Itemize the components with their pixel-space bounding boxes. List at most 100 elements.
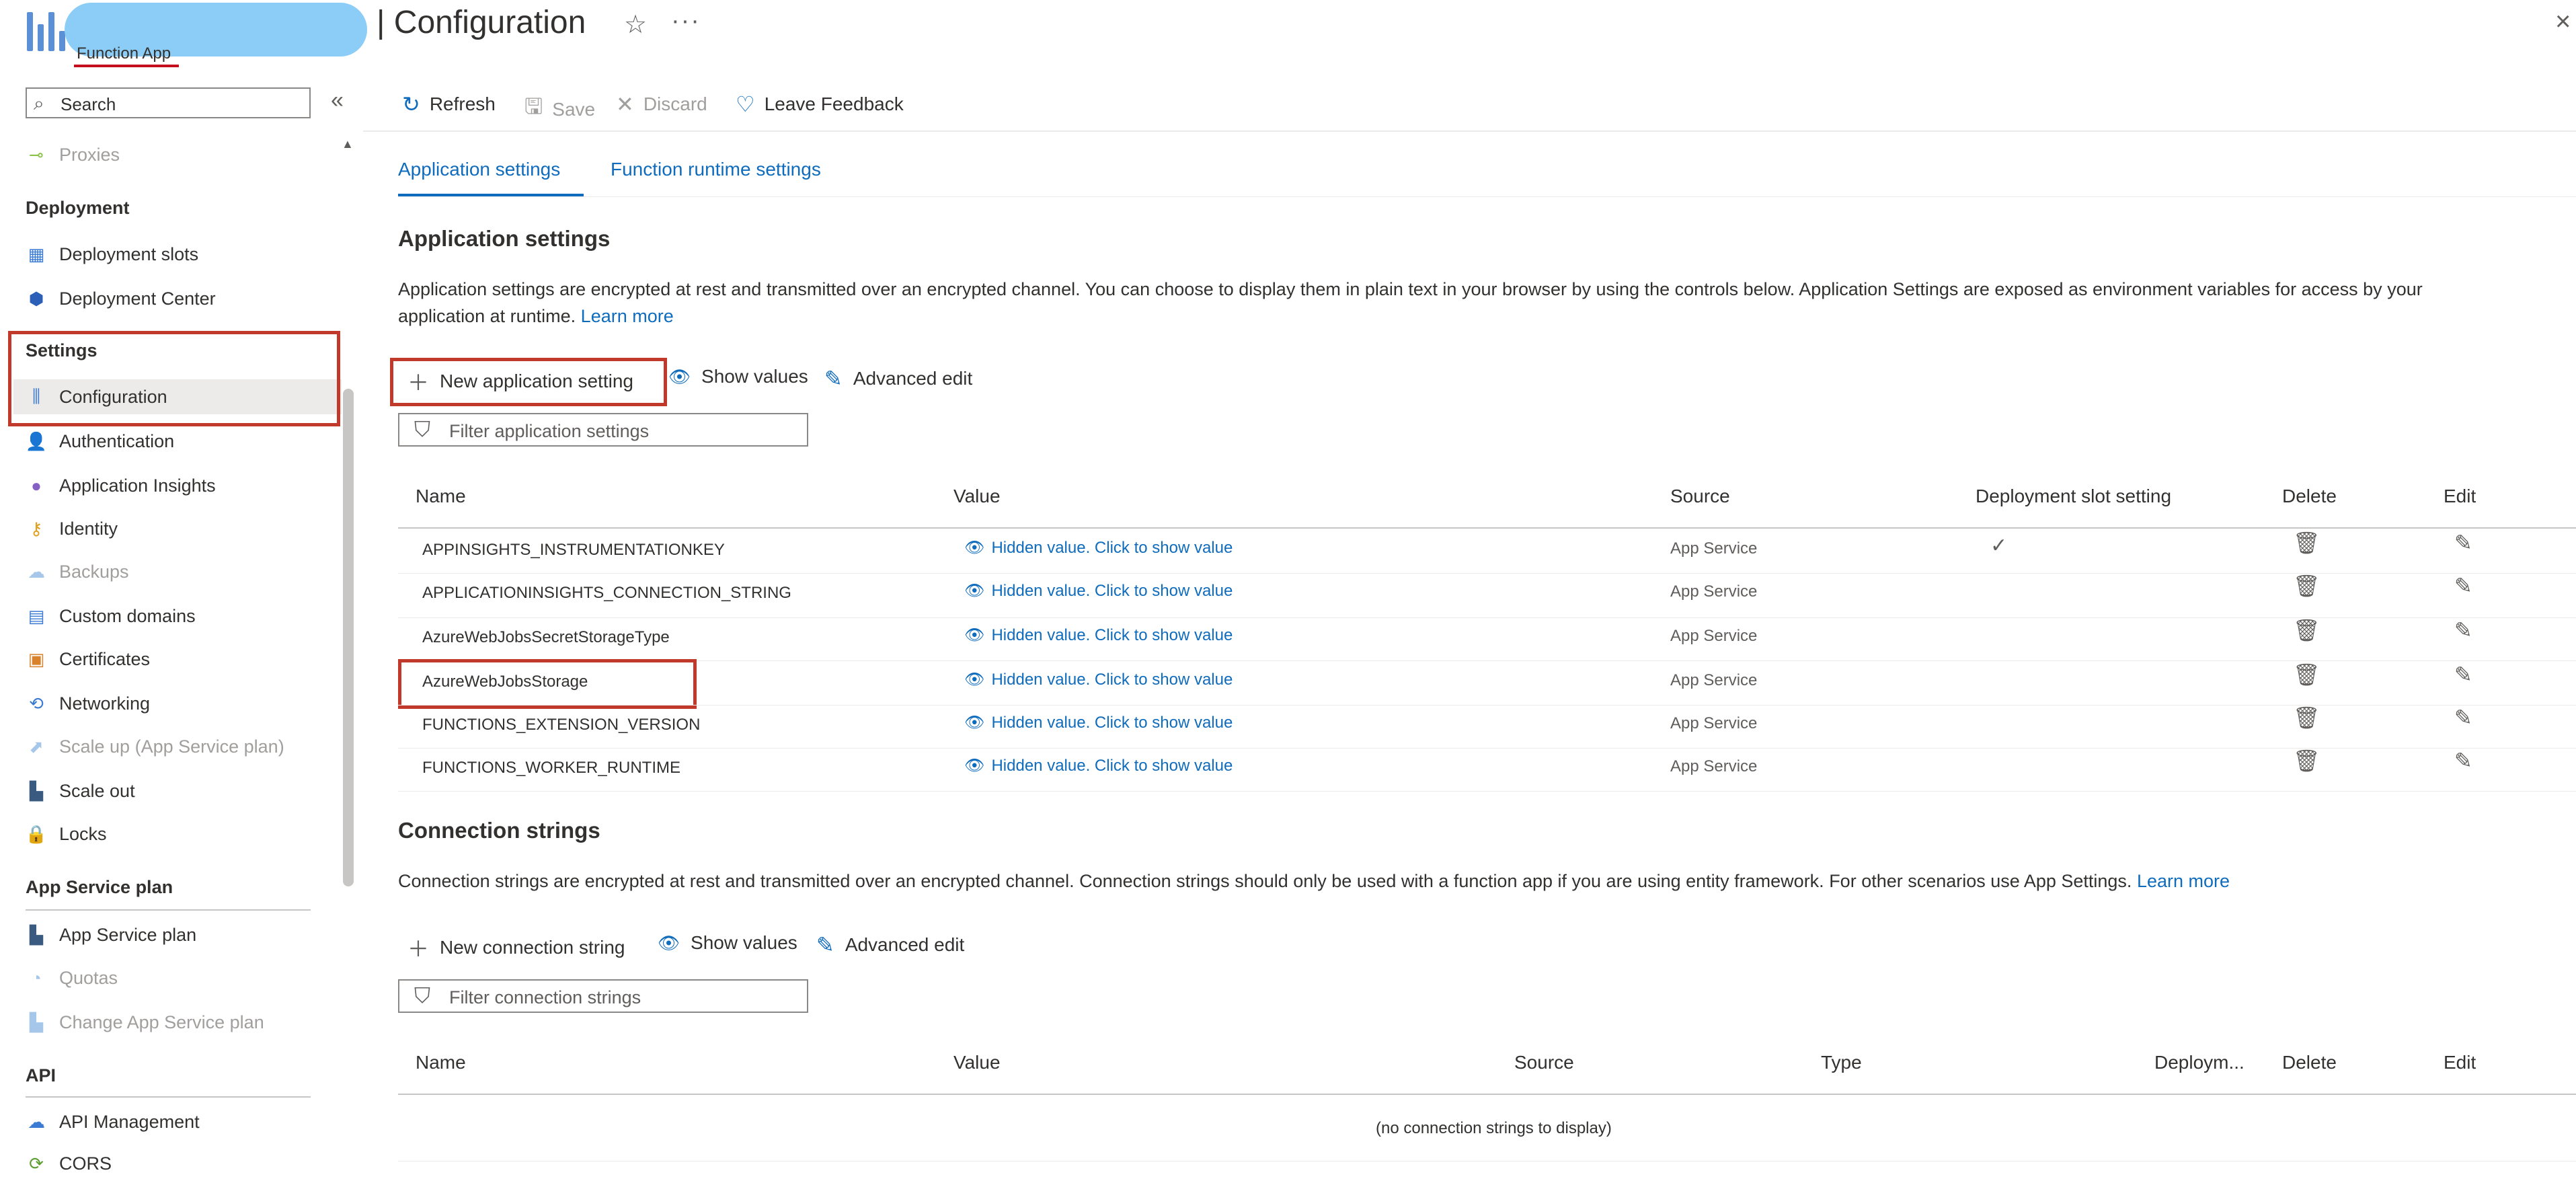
sidebar-item-locks[interactable]: 🔒 Locks [26, 816, 335, 851]
change-plan-icon: ▙ [30, 1012, 43, 1032]
discard-button[interactable]: ✕ Discard [616, 91, 707, 117]
custom-domains-icon: ▤ [28, 605, 45, 626]
pencil-icon[interactable]: ✎ [2454, 662, 2472, 687]
hidden-value-link[interactable]: 👁 Hidden value. Click to show value [964, 756, 1233, 775]
column-header-name: Name [416, 1052, 466, 1073]
show-values-button[interactable]: 👁 Show values [668, 366, 808, 387]
setting-name[interactable]: FUNCTIONS_EXTENSION_VERSION [422, 716, 700, 734]
sidebar-search-input[interactable]: ⌕ Search [26, 87, 311, 118]
row-divider [398, 660, 2576, 661]
sidebar-item-networking[interactable]: ⟲ Networking [26, 686, 335, 721]
hidden-value-link[interactable]: 👁 Hidden value. Click to show value [964, 625, 1233, 645]
setting-source: App Service [1670, 539, 1758, 558]
column-header-deployment: Deploym... [2154, 1052, 2245, 1073]
setting-source: App Service [1670, 582, 1758, 601]
star-icon[interactable]: ☆ [624, 9, 647, 40]
show-values-button[interactable]: 👁 Show values [658, 932, 797, 954]
eye-icon: 👁 [964, 539, 985, 557]
sidebar-item-deployment-slots[interactable]: ▦ Deployment slots [26, 237, 335, 272]
app-settings-learn-more-link[interactable]: Learn more [581, 306, 674, 326]
sidebar-item-quotas[interactable]: ◔ Quotas [26, 960, 335, 995]
sidebar-item-proxies[interactable]: ⊸ Proxies [26, 137, 335, 172]
section-api: API [26, 1065, 56, 1085]
sidebar-item-backups[interactable]: ☁ Backups [26, 554, 335, 589]
new-connection-string-button[interactable]: ＋ New connection string [407, 932, 625, 963]
setting-name[interactable]: FUNCTIONS_WORKER_RUNTIME [422, 759, 680, 777]
trash-icon[interactable]: 🗑 [2293, 748, 2320, 773]
hidden-value-link[interactable]: 👁 Hidden value. Click to show value [964, 538, 1233, 558]
eye-icon: 👁 [964, 582, 985, 600]
tab-function-runtime-settings[interactable]: Function runtime settings [611, 159, 821, 180]
trash-icon[interactable]: 🗑 [2293, 530, 2320, 556]
sidebar-item-authentication[interactable]: 👤 Authentication [26, 424, 335, 459]
pencil-icon[interactable]: ✎ [2454, 617, 2472, 643]
trash-icon[interactable]: 🗑 [2293, 617, 2320, 643]
sidebar-item-custom-domains[interactable]: ▤ Custom domains [26, 599, 335, 634]
row-divider [398, 617, 2576, 618]
table-header-divider [398, 1094, 2576, 1095]
save-button[interactable]: 🖫 Save [524, 91, 595, 128]
column-header-edit: Edit [2444, 1052, 2476, 1073]
sidebar-scrollbar[interactable] [343, 389, 354, 886]
hidden-value-link[interactable]: 👁 Hidden value. Click to show value [964, 670, 1233, 689]
hidden-value-link[interactable]: 👁 Hidden value. Click to show value [964, 713, 1233, 732]
row-divider [398, 791, 2576, 792]
pencil-icon[interactable]: ✎ [2454, 530, 2472, 556]
sidebar-item-cors[interactable]: ⟳ CORS [26, 1146, 335, 1181]
trash-icon[interactable]: 🗑 [2293, 662, 2320, 687]
backups-icon: ☁ [28, 561, 45, 582]
pencil-icon[interactable]: ✎ [2454, 573, 2472, 599]
leave-feedback-button[interactable]: ♡ Leave Feedback [736, 91, 904, 117]
refresh-button[interactable]: ↻ Refresh [402, 91, 496, 117]
tab-application-settings[interactable]: Application settings [398, 159, 560, 180]
advanced-edit-button[interactable]: ✎ Advanced edit [824, 366, 972, 391]
trash-icon[interactable]: 🗑 [2293, 573, 2320, 599]
heart-icon: ♡ [736, 92, 755, 116]
networking-icon: ⟲ [29, 693, 44, 714]
filter-application-settings-input[interactable]: ⛉ Filter application settings [398, 413, 808, 447]
plus-icon: ＋ [407, 937, 430, 961]
sidebar-item-change-plan[interactable]: ▙ Change App Service plan [26, 1005, 335, 1040]
checkmark-icon: ✓ [1990, 535, 2008, 557]
collapse-sidebar-button[interactable]: « [331, 87, 344, 114]
sidebar-item-scale-up[interactable]: ⬈ Scale up (App Service plan) [26, 729, 335, 764]
connection-strings-description: Connection strings are encrypted at rest… [398, 871, 2230, 891]
close-icon[interactable]: × [2555, 7, 2571, 37]
function-app-logo-icon [27, 12, 65, 51]
section-divider [26, 1096, 311, 1098]
eye-icon: 👁 [964, 757, 985, 775]
column-header-value: Value [953, 486, 1001, 506]
sidebar-item-certificates[interactable]: ▣ Certificates [26, 642, 335, 677]
trash-icon[interactable]: 🗑 [2293, 705, 2320, 730]
search-icon: ⌕ [34, 93, 44, 114]
sidebar-item-scale-out[interactable]: ▙ Scale out [26, 773, 335, 808]
setting-source: App Service [1670, 671, 1758, 689]
connection-strings-learn-more-link[interactable]: Learn more [2137, 871, 2230, 891]
pencil-icon: ✎ [816, 933, 834, 957]
filter-connection-strings-input[interactable]: ⛉ Filter connection strings [398, 979, 808, 1013]
sidebar-item-deployment-center[interactable]: ⬢ Deployment Center [26, 281, 335, 316]
hidden-value-link[interactable]: 👁 Hidden value. Click to show value [964, 581, 1233, 601]
setting-name[interactable]: AzureWebJobsSecretStorageType [422, 628, 670, 647]
sidebar-item-application-insights[interactable]: ● Application Insights [26, 468, 335, 503]
sidebar-item-app-service-plan[interactable]: ▙ App Service plan [26, 917, 335, 952]
section-app-service-plan: App Service plan [26, 877, 173, 897]
sidebar-item-api-management[interactable]: ☁ API Management [26, 1104, 335, 1139]
refresh-icon: ↻ [402, 92, 420, 116]
ellipsis-icon[interactable]: ··· [671, 7, 701, 36]
app-settings-description: Application settings are encrypted at re… [398, 279, 2423, 326]
advanced-edit-button[interactable]: ✎ Advanced edit [816, 932, 964, 958]
cors-icon: ⟳ [29, 1153, 44, 1174]
sidebar-item-identity[interactable]: ⚷ Identity [26, 511, 335, 546]
authentication-icon: 👤 [25, 430, 48, 451]
pencil-icon[interactable]: ✎ [2454, 705, 2472, 730]
row-divider [398, 573, 2576, 574]
setting-name[interactable]: APPINSIGHTS_INSTRUMENTATIONKEY [422, 541, 725, 560]
pencil-icon[interactable]: ✎ [2454, 748, 2472, 773]
column-header-value: Value [953, 1052, 1001, 1073]
setting-name[interactable]: APPLICATIONINSIGHTS_CONNECTION_STRING [422, 584, 791, 603]
filter-icon: ⛉ [414, 983, 431, 1007]
row-divider [398, 705, 2576, 706]
setting-source: App Service [1670, 757, 1758, 775]
scroll-up-arrow-icon[interactable]: ▲ [342, 137, 354, 151]
